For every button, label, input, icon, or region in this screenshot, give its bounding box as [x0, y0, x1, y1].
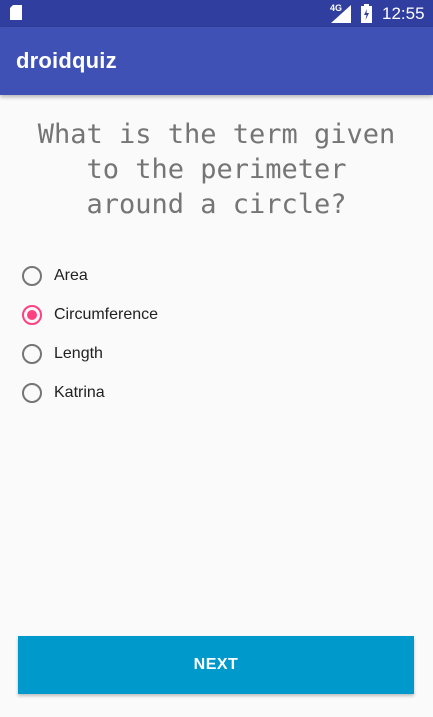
sd-card-icon [10, 5, 22, 25]
answer-radio-group: Area Circumference Length Katrina [22, 256, 158, 412]
question-line: What is the term given [37, 119, 396, 150]
status-clock: 12:55 [382, 4, 425, 23]
answer-option-circumference[interactable]: Circumference [22, 295, 158, 334]
answer-option-length[interactable]: Length [22, 334, 158, 373]
signal-icon [331, 5, 351, 28]
radio-button[interactable] [22, 265, 42, 286]
answer-option-area[interactable]: Area [22, 256, 158, 295]
next-button[interactable]: NEXT [18, 636, 414, 694]
answer-label: Circumference [54, 305, 159, 323]
answer-label: Area [54, 266, 88, 284]
app-title: droidquiz [16, 48, 117, 73]
battery-icon [361, 4, 372, 28]
radio-button[interactable] [22, 382, 42, 403]
status-bar: 4G 12:55 [0, 0, 433, 27]
answer-label: Length [54, 344, 103, 362]
radio-button[interactable] [22, 343, 42, 364]
question-line: to the perimeter [86, 154, 347, 185]
radio-button[interactable] [22, 304, 42, 325]
answer-option-katrina[interactable]: Katrina [22, 373, 158, 412]
answer-label: Katrina [54, 383, 105, 401]
app-bar: droidquiz [0, 27, 433, 95]
question-text: What is the term given to the perimeter … [0, 117, 433, 222]
question-line: around a circle? [86, 189, 347, 220]
